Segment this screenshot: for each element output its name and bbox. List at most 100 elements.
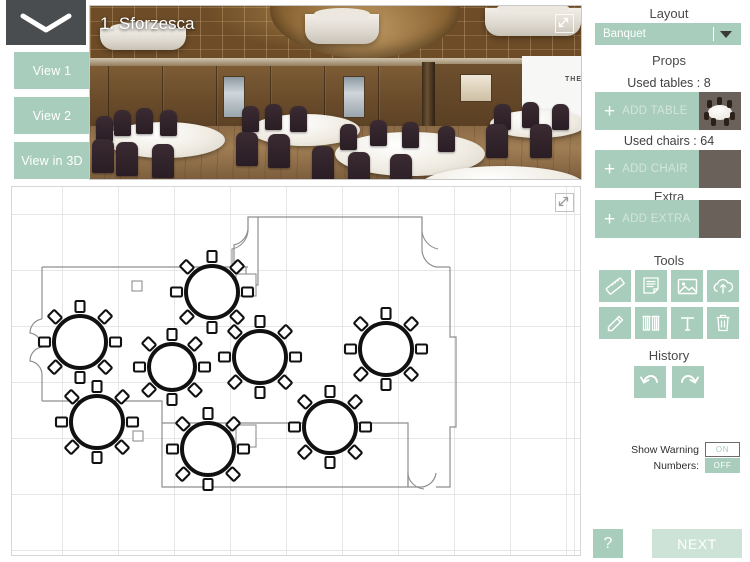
add-extra-button[interactable]: + ADD EXTRA xyxy=(595,200,741,238)
redo-button[interactable] xyxy=(672,366,704,398)
plan-chair[interactable] xyxy=(347,444,363,460)
plan-chair[interactable] xyxy=(225,466,241,482)
plan-chair[interactable] xyxy=(288,351,303,363)
plan-chair[interactable] xyxy=(175,416,191,432)
plan-chair[interactable] xyxy=(165,443,180,455)
plan-chair[interactable] xyxy=(403,316,419,332)
plan-table-circle[interactable] xyxy=(147,342,197,392)
undo-button[interactable] xyxy=(634,366,666,398)
plan-chair[interactable] xyxy=(324,384,336,399)
plan-chair[interactable] xyxy=(227,324,243,340)
plan-table[interactable] xyxy=(165,406,251,492)
plan-chair[interactable] xyxy=(179,309,195,325)
plan-chair[interactable] xyxy=(324,455,336,470)
plan-chair[interactable] xyxy=(64,439,80,455)
plan-chair[interactable] xyxy=(74,370,86,385)
plan-table-circle[interactable] xyxy=(69,394,125,450)
plan-chair[interactable] xyxy=(297,394,313,410)
help-button[interactable]: ? xyxy=(593,529,623,558)
next-button[interactable]: NEXT xyxy=(652,529,742,558)
plan-chair[interactable] xyxy=(227,374,243,390)
plan-chair[interactable] xyxy=(64,389,80,405)
plan-chair[interactable] xyxy=(380,377,392,392)
view-1-button[interactable]: View 1 xyxy=(14,52,90,89)
add-chair-button[interactable]: + ADD CHAIR xyxy=(595,150,741,188)
collapse-panel-button[interactable] xyxy=(6,0,86,45)
tool-note-button[interactable] xyxy=(635,270,667,302)
plan-prop[interactable] xyxy=(132,430,144,442)
plan-chair[interactable] xyxy=(206,320,218,335)
view-2-button[interactable]: View 2 xyxy=(14,97,90,134)
plan-expand-icon[interactable] xyxy=(555,193,574,212)
plan-chair[interactable] xyxy=(37,336,52,348)
plan-chair[interactable] xyxy=(97,359,113,375)
plan-chair[interactable] xyxy=(179,259,195,275)
plan-chair[interactable] xyxy=(414,343,429,355)
floor-plan-panel[interactable] xyxy=(11,186,581,556)
plan-chair[interactable] xyxy=(197,361,212,373)
plan-chair[interactable] xyxy=(166,327,178,342)
plan-table[interactable] xyxy=(37,299,123,385)
plan-chair[interactable] xyxy=(114,439,130,455)
tool-measure-button[interactable] xyxy=(599,270,631,302)
plan-chair[interactable] xyxy=(380,306,392,321)
plan-table[interactable] xyxy=(343,306,429,392)
plan-chair[interactable] xyxy=(125,416,140,428)
plan-chair[interactable] xyxy=(54,416,69,428)
plan-chair[interactable] xyxy=(74,299,86,314)
plan-chair[interactable] xyxy=(353,366,369,382)
plan-prop[interactable] xyxy=(131,280,143,292)
plan-chair[interactable] xyxy=(403,366,419,382)
plan-chair[interactable] xyxy=(254,385,266,400)
tool-pencil-button[interactable] xyxy=(599,307,631,339)
plan-chair[interactable] xyxy=(254,314,266,329)
layout-select[interactable]: Banquet xyxy=(595,23,741,45)
tool-cloud-upload-button[interactable] xyxy=(707,270,739,302)
plan-chair[interactable] xyxy=(47,359,63,375)
plan-table[interactable] xyxy=(54,379,140,465)
room-photo-panel[interactable]: THE 1. Sforzesca xyxy=(89,5,582,180)
tool-pillars-button[interactable] xyxy=(635,307,667,339)
plan-chair[interactable] xyxy=(277,324,293,340)
tool-image-button[interactable] xyxy=(671,270,703,302)
plan-table-circle[interactable] xyxy=(232,329,288,385)
tool-text-button[interactable] xyxy=(671,307,703,339)
plan-chair[interactable] xyxy=(206,249,218,264)
plan-chair[interactable] xyxy=(141,336,157,352)
plan-chair[interactable] xyxy=(187,382,203,398)
plan-chair[interactable] xyxy=(347,394,363,410)
plan-table-circle[interactable] xyxy=(180,421,236,477)
plan-chair[interactable] xyxy=(166,392,178,407)
plan-chair[interactable] xyxy=(297,444,313,460)
plan-table[interactable] xyxy=(217,314,303,400)
plan-chair[interactable] xyxy=(240,286,255,298)
add-table-button[interactable]: + ADD TABLE xyxy=(595,92,741,130)
view-in-3d-button[interactable]: View in 3D xyxy=(14,142,90,179)
plan-chair[interactable] xyxy=(141,382,157,398)
plan-chair[interactable] xyxy=(91,379,103,394)
expand-icon[interactable] xyxy=(555,14,574,33)
numbers-toggle[interactable]: OFF xyxy=(705,458,740,473)
plan-chair[interactable] xyxy=(47,309,63,325)
show-warning-toggle[interactable]: ON xyxy=(705,442,740,457)
plan-chair[interactable] xyxy=(353,316,369,332)
plan-table-circle[interactable] xyxy=(184,264,240,320)
plan-table-circle[interactable] xyxy=(358,321,414,377)
plan-chair[interactable] xyxy=(175,466,191,482)
plan-chair[interactable] xyxy=(169,286,184,298)
plan-chair[interactable] xyxy=(108,336,123,348)
tool-delete-button[interactable] xyxy=(707,307,739,339)
plan-chair[interactable] xyxy=(277,374,293,390)
plan-chair[interactable] xyxy=(187,336,203,352)
plan-table[interactable] xyxy=(132,327,212,407)
plan-chair[interactable] xyxy=(114,389,130,405)
plan-chair[interactable] xyxy=(91,450,103,465)
plan-chair[interactable] xyxy=(343,343,358,355)
plan-chair[interactable] xyxy=(287,421,302,433)
plan-chair[interactable] xyxy=(202,406,214,421)
floor-plan-drawing[interactable] xyxy=(12,187,580,555)
plan-table-circle[interactable] xyxy=(302,399,358,455)
plan-chair[interactable] xyxy=(358,421,373,433)
plan-table[interactable] xyxy=(287,384,373,470)
plan-chair[interactable] xyxy=(97,309,113,325)
